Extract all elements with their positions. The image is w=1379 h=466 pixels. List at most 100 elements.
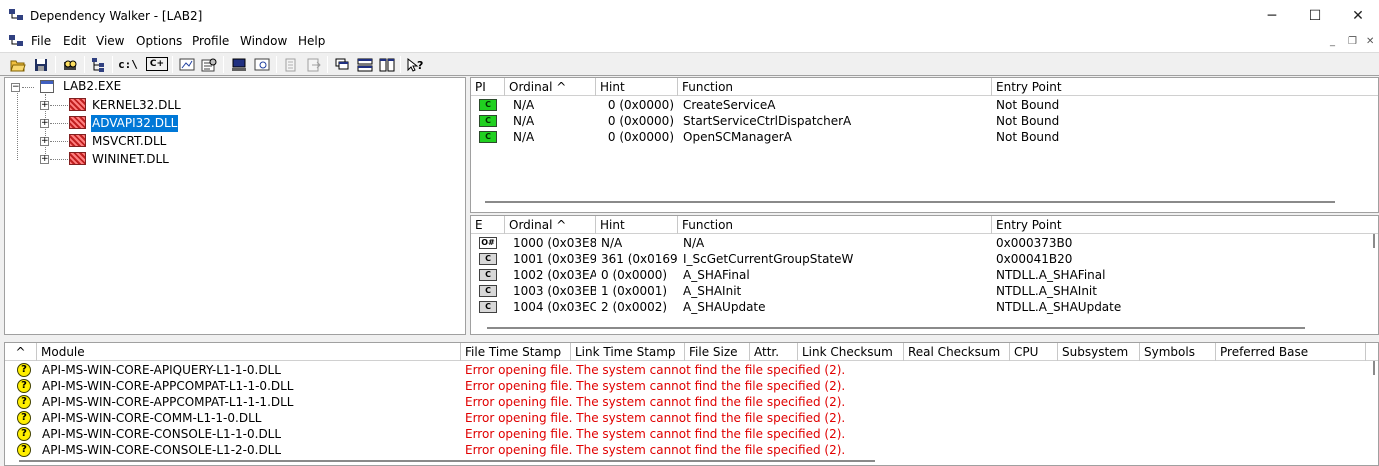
col-cpu[interactable]: CPU [1010, 343, 1058, 361]
col-ordinal[interactable]: Ordinal ^ [505, 216, 596, 234]
menu-help[interactable]: Help [294, 34, 329, 48]
menu-file[interactable]: File [27, 34, 55, 48]
col-hint[interactable]: Hint [596, 216, 678, 234]
horizontal-scrollbar[interactable] [19, 460, 875, 462]
menu-edit[interactable]: Edit [59, 34, 90, 48]
module-name-cell: API-MS-WIN-CORE-APPCOMPAT-L1-1-1.DLL [42, 395, 294, 409]
tree-item-msvcrt[interactable]: MSVCRT.DLL [92, 133, 166, 150]
find-icon[interactable] [60, 55, 80, 74]
col-file-time-stamp[interactable]: File Time Stamp [461, 343, 571, 361]
table-row[interactable]: ? API-MS-WIN-CORE-CONSOLE-L1-1-0.DLL Error… [5, 426, 1365, 442]
table-row[interactable]: ? API-MS-WIN-CORE-APPCOMPAT-L1-1-1.DLL Err… [5, 394, 1365, 410]
table-row[interactable]: C 1004 (0x03EC) 2 (0x0002) A_SHAUpdate NTDLL… [471, 299, 1371, 315]
col-function[interactable]: Function [678, 216, 992, 234]
module-name-cell: API-MS-WIN-CORE-CONSOLE-L1-2-0.DLL [42, 443, 282, 457]
entry-point-cell: Not Bound [996, 130, 1060, 144]
minimize-button[interactable]: ─ [1249, 0, 1295, 32]
table-row[interactable]: C 1003 (0x03EB) 1 (0x0001) A_SHAInit NTDLL.A… [471, 283, 1371, 299]
tree-item-advapi32[interactable]: ADVAPI32.DLL [91, 115, 179, 132]
tile-horizontal-icon[interactable] [355, 55, 375, 74]
ordinal-cell: 1003 (0x03EB) [513, 284, 596, 298]
help-icon[interactable]: ? [406, 55, 426, 74]
table-row[interactable]: C N/A 0 (0x0000) CreateServiceA Not Bound [471, 97, 1371, 113]
table-row[interactable]: C N/A 0 (0x0000) OpenSCManagerA Not Bound [471, 129, 1371, 145]
table-row[interactable]: C 1002 (0x03EA) 0 (0x0000) A_SHAFinal NTDLL.… [471, 267, 1371, 283]
table-row[interactable]: ? API-MS-WIN-CORE-APPCOMPAT-L1-1-0.DLL Err… [5, 378, 1365, 394]
copy-icon[interactable] [281, 55, 301, 74]
imports-pane[interactable]: PI Ordinal ^ Hint Function Entry Point C… [470, 77, 1379, 213]
col-pi[interactable]: PI [471, 78, 505, 96]
col-function[interactable]: Function [678, 78, 992, 96]
expand-toggle[interactable]: + [40, 137, 49, 146]
warning-icon: ? [17, 363, 31, 377]
config-icon[interactable] [177, 55, 197, 74]
mdi-child-icon[interactable] [9, 35, 25, 48]
view-icon[interactable] [252, 55, 272, 74]
external-viewer-icon[interactable] [304, 55, 324, 74]
full-paths-icon[interactable]: c:\ [118, 55, 138, 74]
col-attr[interactable]: Attr. [750, 343, 798, 361]
tree-icon[interactable] [89, 55, 109, 74]
function-cell: N/A [683, 236, 705, 250]
expand-toggle[interactable]: + [40, 119, 49, 128]
error-message: Error opening file. The system cannot fi… [465, 411, 846, 425]
cascade-icon[interactable] [333, 55, 353, 74]
module-tree[interactable]: − LAB2.EXE + KERNEL32.DLL + ADVAPI32.DLL… [4, 77, 466, 335]
properties-icon[interactable] [199, 55, 219, 74]
menu-options[interactable]: Options [132, 34, 186, 48]
col-preferred-base[interactable]: Preferred Base [1216, 343, 1366, 361]
save-icon[interactable] [31, 55, 51, 74]
exports-header: E Ordinal ^ Hint Function Entry Point [471, 216, 1378, 234]
col-entry-point[interactable]: Entry Point [992, 216, 1378, 234]
table-row[interactable]: ? API-MS-WIN-CORE-APIQUERY-L1-1-0.DLL Erro… [5, 362, 1365, 378]
system-info-icon[interactable] [229, 55, 249, 74]
tree-item-wininet[interactable]: WININET.DLL [92, 151, 169, 168]
close-button[interactable]: ✕ [1335, 0, 1379, 32]
mdi-close-button[interactable]: ✕ [1366, 36, 1374, 47]
undecorate-icon[interactable]: C+ [146, 57, 168, 71]
maximize-button[interactable]: ☐ [1292, 0, 1338, 32]
tree-item-kernel32[interactable]: KERNEL32.DLL [92, 97, 181, 114]
menu-window[interactable]: Window [236, 34, 291, 48]
vertical-scrollbar[interactable] [1373, 234, 1375, 248]
col-entry-point[interactable]: Entry Point [992, 78, 1378, 96]
table-row[interactable]: O# 1000 (0x03E8) N/A N/A 0x000373B0 [471, 235, 1371, 251]
col-real-checksum[interactable]: Real Checksum [904, 343, 1010, 361]
function-cell: A_SHAFinal [683, 268, 750, 282]
modules-pane[interactable]: ^ Module File Time Stamp Link Time Stamp… [4, 342, 1379, 466]
col-ordinal[interactable]: Ordinal ^ [505, 78, 596, 96]
col-link-time-stamp[interactable]: Link Time Stamp [571, 343, 685, 361]
horizontal-scrollbar[interactable] [487, 327, 1305, 329]
horizontal-scrollbar[interactable] [485, 201, 1335, 203]
tile-vertical-icon[interactable] [377, 55, 397, 74]
error-message: Error opening file. The system cannot fi… [465, 395, 846, 409]
entry-point-cell: Not Bound [996, 114, 1060, 128]
open-icon[interactable] [8, 55, 28, 74]
dll-icon [69, 134, 86, 147]
col-link-checksum[interactable]: Link Checksum [798, 343, 904, 361]
table-row[interactable]: ? API-MS-WIN-CORE-COMM-L1-1-0.DLL Error op… [5, 410, 1365, 426]
module-name-cell: API-MS-WIN-CORE-COMM-L1-1-0.DLL [42, 411, 262, 425]
col-sort[interactable]: ^ [5, 343, 37, 361]
collapse-toggle[interactable]: − [11, 83, 20, 92]
col-module[interactable]: Module [37, 343, 461, 361]
menu-profile[interactable]: Profile [188, 34, 233, 48]
col-subsystem[interactable]: Subsystem [1058, 343, 1140, 361]
entry-point-cell: NTDLL.A_SHAUpdate [996, 300, 1122, 314]
col-file-size[interactable]: File Size [685, 343, 750, 361]
expand-toggle[interactable]: + [40, 101, 49, 110]
vertical-scrollbar[interactable] [1373, 361, 1375, 375]
menu-view[interactable]: View [92, 34, 128, 48]
mdi-restore-button[interactable]: ❐ [1348, 36, 1357, 47]
col-hint[interactable]: Hint [596, 78, 678, 96]
exports-pane[interactable]: E Ordinal ^ Hint Function Entry Point O#… [470, 215, 1379, 335]
col-symbols[interactable]: Symbols [1140, 343, 1216, 361]
table-row[interactable]: ? API-MS-WIN-CORE-CONSOLE-L1-2-0.DLL Error… [5, 442, 1365, 458]
mdi-minimize-button[interactable]: _ [1330, 36, 1335, 47]
table-row[interactable]: C 1001 (0x03E9) 361 (0x0169) I_ScGetCurrent… [471, 251, 1371, 267]
function-cell: StartServiceCtrlDispatcherA [683, 114, 852, 128]
col-e[interactable]: E [471, 216, 505, 234]
tree-item-root[interactable]: LAB2.EXE [63, 78, 121, 95]
expand-toggle[interactable]: + [40, 155, 49, 164]
table-row[interactable]: C N/A 0 (0x0000) StartServiceCtrlDispatcher… [471, 113, 1371, 129]
